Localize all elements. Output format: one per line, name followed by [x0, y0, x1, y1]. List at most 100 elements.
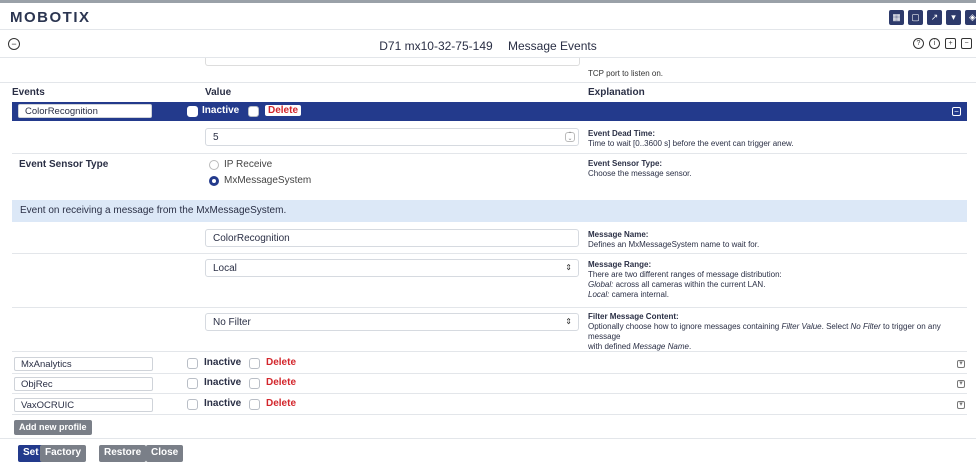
inactive-label: Inactive	[202, 105, 240, 116]
sensor-type-label: Event Sensor Type	[19, 159, 109, 170]
message-name-text: Defines an MxMessageSystem name to wait …	[588, 240, 760, 249]
delete-label: Delete	[265, 105, 302, 116]
select-caret-icon: ⇕	[565, 263, 572, 272]
settings-icon[interactable]: ◈	[965, 10, 976, 25]
inactive-label: Inactive	[204, 377, 242, 388]
profile-name-input[interactable]: ColorRecognition	[18, 104, 152, 118]
message-range-text: There are two different ranges of messag…	[588, 270, 782, 300]
delete-checkbox[interactable]	[249, 378, 260, 389]
delete-label: Delete	[266, 357, 297, 368]
dropdown-icon[interactable]: ▾	[946, 10, 961, 25]
help-icons: ? i + −	[913, 38, 972, 49]
profile-row: ObjRec Inactive Delete ▾	[12, 375, 967, 394]
expand-all-icon[interactable]: +	[945, 38, 956, 49]
dead-time-title: Event Dead Time:	[588, 129, 655, 138]
filter-row: No Filter ⇕ Filter Message Content: Opti…	[12, 308, 967, 352]
mobotix-logo: MOBOTIX	[10, 9, 91, 26]
message-name-input[interactable]: ColorRecognition	[205, 229, 579, 247]
dead-time-row: 5 ⌃ ⌄ Event Dead Time: Time to wait [0..3…	[12, 124, 967, 154]
select-caret-icon: ⇕	[565, 317, 572, 326]
inactive-checkbox[interactable]	[187, 378, 198, 389]
filter-line2b: Message Name	[632, 342, 689, 351]
delete-label: Delete	[266, 398, 297, 409]
filter-line1d: No Filter	[850, 322, 881, 331]
close-button[interactable]: Close	[146, 445, 184, 462]
expand-icon[interactable]: ▾	[957, 360, 965, 368]
window-icon[interactable]: ▢	[908, 10, 923, 25]
message-range-select[interactable]: Local ⇕	[205, 259, 579, 277]
mxmessagesystem-label: MxMessageSystem	[224, 175, 312, 186]
title-bar: − D71 mx10-32-75-149 Message Events ? i …	[0, 31, 976, 58]
collapse-icon[interactable]: −	[952, 107, 961, 116]
restore-button[interactable]: Restore	[99, 445, 147, 462]
sensor-type-title: Event Sensor Type:	[588, 159, 663, 168]
ip-receive-label: IP Receive	[224, 159, 273, 170]
spinner-icon[interactable]: ⌃ ⌄	[565, 132, 575, 142]
filter-line1a: Optionally choose how to ignore messages…	[588, 322, 782, 331]
column-headers: Events Value Explanation	[0, 82, 976, 100]
expand-icon[interactable]: ▾	[957, 380, 965, 388]
tcp-port-input[interactable]	[205, 58, 580, 66]
inactive-label: Inactive	[204, 398, 242, 409]
filter-select[interactable]: No Filter ⇕	[205, 313, 579, 331]
grid-icon[interactable]: ▦	[889, 10, 904, 25]
help-icon[interactable]: ?	[913, 38, 924, 49]
profile-row: MxAnalytics Inactive Delete ▾	[12, 355, 967, 374]
info-banner: Event on receiving a message from the Mx…	[12, 200, 967, 222]
dead-time-value: 5	[213, 132, 219, 143]
inactive-label: Inactive	[204, 357, 242, 368]
message-range-line3: Local: camera internal.	[588, 290, 782, 300]
filter-line2: with defined Message Name.	[588, 342, 967, 352]
message-name-row: ColorRecognition Message Name: Defines a…	[12, 224, 967, 254]
mxmessagesystem-radio[interactable]	[209, 176, 219, 186]
dead-time-input[interactable]: 5 ⌃ ⌄	[205, 128, 579, 146]
sensor-type-row: Event Sensor Type IP Receive MxMessageSy…	[12, 154, 967, 194]
message-range-line1: There are two different ranges of messag…	[588, 270, 782, 279]
inactive-checkbox[interactable]	[187, 399, 198, 410]
footer-divider	[0, 438, 976, 439]
filter-title: Filter Message Content:	[588, 312, 679, 321]
profile-name-input[interactable]: VaxOCRUIC	[14, 398, 153, 412]
message-range-line2: Global: across all cameras within the cu…	[588, 280, 782, 290]
expand-icon[interactable]: ▾	[957, 401, 965, 409]
tcp-port-explanation: TCP port to listen on.	[588, 69, 663, 78]
delete-checkbox[interactable]	[249, 358, 260, 369]
delete-checkbox[interactable]	[248, 106, 259, 117]
header-events: Events	[12, 87, 45, 98]
inactive-checkbox[interactable]	[187, 358, 198, 369]
dead-time-text: Time to wait [0..3600 s] before the even…	[588, 139, 794, 148]
header-explanation: Explanation	[588, 87, 645, 98]
device-name: D71 mx10-32-75-149	[379, 39, 493, 53]
global-text: across all cameras within the current LA…	[613, 280, 766, 289]
collapse-all-icon[interactable]: −	[961, 38, 972, 49]
info-icon[interactable]: i	[929, 38, 940, 49]
message-range-value: Local	[213, 263, 237, 274]
delete-checkbox[interactable]	[249, 399, 260, 410]
add-new-profile-button[interactable]: Add new profile	[14, 420, 92, 435]
filter-line1c: . Select	[821, 322, 851, 331]
factory-button[interactable]: Factory	[40, 445, 87, 462]
page-title: D71 mx10-32-75-149 Message Events	[0, 39, 976, 53]
filter-line1b: Filter Value	[781, 322, 822, 331]
filter-line1: Optionally choose how to ignore messages…	[588, 322, 967, 342]
inactive-checkbox[interactable]	[187, 106, 198, 117]
delete-label: Delete	[266, 377, 297, 388]
ip-receive-radio[interactable]	[209, 160, 219, 170]
filter-line2a: with defined	[588, 342, 633, 351]
profile-name-input[interactable]: MxAnalytics	[14, 357, 153, 371]
message-range-title: Message Range:	[588, 260, 652, 269]
profile-row: VaxOCRUIC Inactive Delete ▾	[12, 396, 967, 415]
global-em: Global:	[588, 280, 614, 289]
external-icon[interactable]: ↗	[927, 10, 942, 25]
message-name-title: Message Name:	[588, 230, 649, 239]
profile-name-input[interactable]: ObjRec	[14, 377, 153, 391]
brand-bar: MOBOTIX ▦ ▢ ↗ ▾ ◈	[0, 3, 976, 30]
sensor-type-text: Choose the message sensor.	[588, 169, 692, 178]
filter-text: Optionally choose how to ignore messages…	[588, 322, 967, 352]
message-range-row: Local ⇕ Message Range: There are two dif…	[12, 254, 967, 308]
dialog-name: Message Events	[508, 39, 597, 53]
header-value: Value	[205, 87, 232, 98]
local-em: Local:	[588, 290, 610, 299]
toolbar-icons: ▦ ▢ ↗ ▾ ◈	[889, 10, 976, 25]
active-profile-header: ColorRecognition Inactive Delete −	[12, 102, 967, 121]
